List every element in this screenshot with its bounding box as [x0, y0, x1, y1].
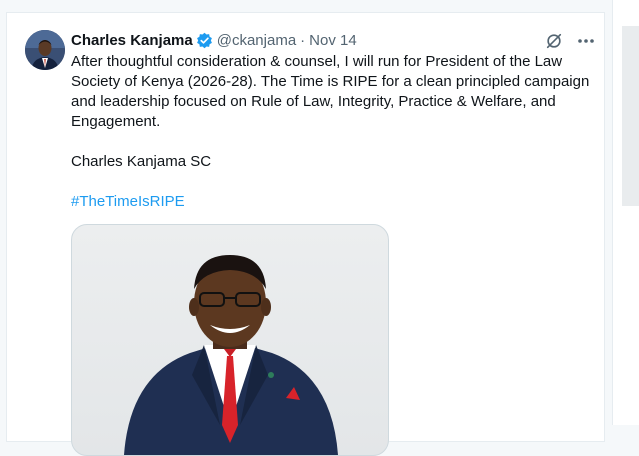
tweet-text: After thoughtful consideration & counsel… [71, 52, 591, 212]
verified-badge-icon [196, 32, 213, 49]
tweet-paragraph: After thoughtful consideration & counsel… [71, 53, 590, 130]
grok-icon[interactable] [543, 30, 565, 52]
more-options-icon[interactable] [575, 30, 597, 52]
avatar[interactable] [25, 30, 65, 70]
tweet-card[interactable]: Charles Kanjama @ckanjama · Nov 14 After… [6, 12, 605, 456]
author-name[interactable]: Charles Kanjama [71, 32, 193, 49]
author-handle[interactable]: @ckanjama [217, 32, 296, 49]
tweet-header: Charles Kanjama @ckanjama · Nov 14 [71, 30, 357, 50]
tweet-signature: Charles Kanjama SC [71, 153, 212, 170]
tweet-action-icons [543, 30, 597, 52]
tweet-media-photo[interactable] [71, 224, 389, 456]
tweet-date[interactable]: Nov 14 [309, 32, 357, 49]
hashtag-link[interactable]: #TheTimeIsRIPE [71, 193, 185, 210]
adjacent-column-image [622, 26, 639, 206]
header-separator: · [300, 31, 306, 49]
